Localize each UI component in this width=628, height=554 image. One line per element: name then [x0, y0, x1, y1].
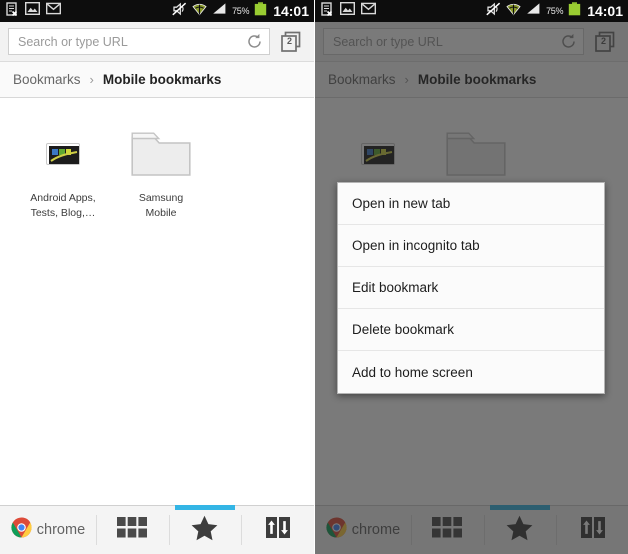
wifi-icon — [192, 2, 207, 21]
bookmark-context-menu: Open in new tab Open in incognito tab Ed… — [337, 182, 605, 394]
bottom-nav-item-bookmarks[interactable] — [168, 505, 242, 554]
gmail-envelope-icon — [45, 2, 62, 20]
status-bar-right-icons: 75% 14:01 — [172, 1, 309, 21]
bookmark-label-line2: Tests, Blog,… — [30, 207, 96, 220]
dual-screenshot-container: 75% 14:01 Search or type URL 2 Bookmarks — [0, 0, 628, 554]
bookmark-label-line1: Android Apps, — [30, 192, 96, 204]
bookmark-label-line1: Samsung — [138, 192, 184, 204]
bookmarks-content: Android Apps, Tests, Blog,… Samsung Mobi… — [0, 98, 314, 529]
clock-label: 14:01 — [587, 3, 623, 19]
status-bar-left-icons — [321, 1, 377, 21]
bottom-navigation: chrome — [0, 505, 314, 554]
omnibox-bar: Search or type URL 2 — [0, 22, 314, 62]
gallery-image-icon — [24, 1, 41, 20]
cellular-signal-icon — [526, 2, 541, 20]
status-bar: 75% 14:01 — [315, 0, 628, 22]
star-icon — [191, 515, 218, 546]
cellular-signal-icon — [212, 2, 227, 20]
gallery-image-icon — [339, 1, 356, 20]
breadcrumb-current: Mobile bookmarks — [102, 72, 222, 87]
mute-vibrate-off-icon — [486, 2, 501, 21]
url-bar[interactable]: Search or type URL — [8, 28, 270, 55]
chrome-logo-icon — [11, 517, 32, 543]
bookmark-label: Samsung Mobile — [139, 191, 183, 221]
left-panel-bookmarks: 75% 14:01 Search or type URL 2 Bookmarks — [0, 0, 314, 554]
gmail-envelope-icon — [360, 2, 377, 20]
site-thumbnail-wrap — [46, 126, 80, 182]
tab-stack-icon[interactable]: 2 — [276, 27, 306, 57]
mute-vibrate-off-icon — [172, 2, 187, 21]
chrome-label: chrome — [36, 522, 86, 538]
bookmark-label: Android Apps, Tests, Blog,… — [30, 191, 95, 221]
bookmarks-grid: Android Apps, Tests, Blog,… Samsung Mobi… — [0, 98, 314, 221]
context-menu-item-open-incognito-tab[interactable]: Open in incognito tab — [338, 225, 604, 267]
bookmark-item-folder[interactable]: Samsung Mobile — [112, 126, 210, 221]
bottom-nav-item-chrome[interactable]: chrome — [0, 506, 96, 554]
active-tab-indicator — [174, 505, 236, 510]
site-thumbnail-icon — [46, 143, 80, 165]
clock-label: 14:01 — [273, 3, 309, 19]
status-bar-left-icons — [6, 1, 62, 21]
document-cancel-icon — [6, 1, 19, 21]
battery-percent-label: 75% — [232, 6, 250, 16]
battery-icon — [568, 1, 581, 21]
tab-count-label: 2 — [287, 35, 293, 46]
breadcrumb: Bookmarks › Mobile bookmarks — [0, 62, 314, 98]
context-menu-item-edit-bookmark[interactable]: Edit bookmark — [338, 267, 604, 309]
status-bar: 75% 14:01 — [0, 0, 314, 22]
bottom-nav-item-other-devices[interactable] — [241, 506, 314, 554]
battery-icon — [254, 1, 267, 21]
reload-icon[interactable] — [245, 33, 263, 51]
status-bar-right-icons: 75% 14:01 — [486, 1, 623, 21]
context-menu-item-delete-bookmark[interactable]: Delete bookmark — [338, 309, 604, 351]
bottom-nav-item-most-visited[interactable] — [95, 506, 169, 554]
wifi-icon — [506, 2, 521, 21]
sync-arrows-icon — [265, 516, 291, 544]
search-input-placeholder[interactable]: Search or type URL — [18, 35, 245, 49]
folder-thumbnail-wrap — [131, 126, 191, 182]
bookmark-item-site[interactable]: Android Apps, Tests, Blog,… — [14, 126, 112, 221]
grid-tiles-icon — [117, 517, 148, 543]
right-panel-context-menu: 75% 14:01 Search or type URL 2 Bookmarks — [314, 0, 628, 554]
breadcrumb-separator-icon: › — [89, 72, 94, 87]
context-menu-item-open-new-tab[interactable]: Open in new tab — [338, 183, 604, 225]
breadcrumb-root[interactable]: Bookmarks — [13, 72, 81, 87]
battery-percent-label: 75% — [546, 6, 564, 16]
context-menu-item-add-to-home-screen[interactable]: Add to home screen — [338, 351, 604, 393]
document-cancel-icon — [321, 1, 334, 21]
bookmark-label-line2: Mobile — [145, 207, 177, 220]
folder-icon — [131, 131, 191, 177]
